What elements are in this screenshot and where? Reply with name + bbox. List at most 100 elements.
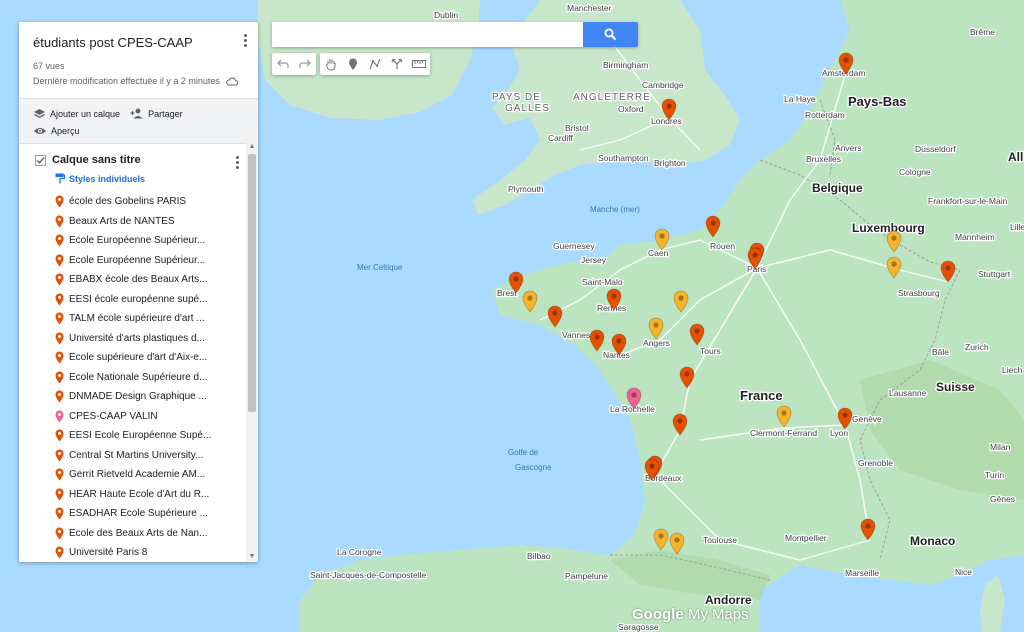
layer-item[interactable]: École Européenne Supérieur... xyxy=(55,231,258,251)
add-layer-label: Ajouter un calque xyxy=(50,108,121,119)
styles-link[interactable]: Styles individuels xyxy=(55,173,258,184)
layer-name[interactable]: Calque sans titre xyxy=(52,154,141,166)
checkmark-icon xyxy=(35,154,46,166)
layer-item[interactable]: Université d'arts plastiques d... xyxy=(55,329,258,349)
layer-item[interactable]: TALM école supérieure d'art ... xyxy=(55,309,258,329)
country-label: Luxembourg xyxy=(852,221,925,235)
city-label: Düsseldorf xyxy=(915,144,956,154)
layer-item-label: DNMADE Design Graphique ... xyxy=(69,391,207,403)
last-modified-text: Dernière modification effectuée il y a 2… xyxy=(33,76,220,86)
city-label: Cologne xyxy=(899,167,931,177)
map-options-icon[interactable] xyxy=(244,34,248,47)
city-label: Zurich xyxy=(965,342,989,352)
history-tools xyxy=(272,53,316,75)
layer-item[interactable]: École supérieure d'art d'Aix-e... xyxy=(55,348,258,368)
layer-item[interactable]: ESADHAR Ecole Supérieure ... xyxy=(55,504,258,524)
city-label: Brême xyxy=(970,27,995,37)
country-label: Suisse xyxy=(936,380,975,394)
undo-button[interactable] xyxy=(272,53,294,75)
city-label: Pampelune xyxy=(565,571,608,581)
layer-section: Calque sans titre Styles individuels éco… xyxy=(19,144,258,560)
layer-item[interactable]: EBABX école des Beaux Arts... xyxy=(55,270,258,290)
directions-tool[interactable] xyxy=(386,53,408,75)
layer-item-label: EBABX école des Beaux Arts... xyxy=(69,274,208,286)
map-pin-icon xyxy=(55,371,64,384)
city-label: Gênes xyxy=(990,494,1015,504)
layer-item[interactable]: école des Gobelins PARIS xyxy=(55,192,258,212)
city-label: Anvers xyxy=(835,143,861,153)
search-input[interactable] xyxy=(272,22,583,47)
map-title[interactable]: étudiants post CPES-CAAP xyxy=(33,35,244,50)
layer-item-label: école des Gobelins PARIS xyxy=(69,196,187,208)
layer-item[interactable]: EESI École Européenne Supé... xyxy=(55,426,258,446)
layer-item[interactable]: Ecole des Beaux Arts de Nan... xyxy=(55,524,258,544)
pan-tool[interactable] xyxy=(320,53,342,75)
layer-item[interactable]: HEAR Haute École d'Art du R... xyxy=(55,485,258,505)
view-count: 67 vues xyxy=(33,61,65,71)
city-label: Dublin xyxy=(434,10,458,20)
city-label: Angers xyxy=(643,338,670,348)
layer-item-label: EESI école européenne supé... xyxy=(69,293,208,305)
share-button[interactable]: Partager xyxy=(130,108,183,119)
layer-item[interactable]: Central St Martins University... xyxy=(55,446,258,466)
layer-item[interactable]: DNMADE Design Graphique ... xyxy=(55,387,258,407)
region-label: ANGLETERRE xyxy=(573,92,651,103)
person-add-icon xyxy=(130,108,143,119)
preview-button[interactable]: Aperçu xyxy=(33,126,80,136)
search-button[interactable] xyxy=(583,22,638,47)
map-pin-icon xyxy=(55,195,64,208)
draw-line-tool[interactable] xyxy=(364,53,386,75)
layer-item[interactable]: École Nationale Supérieure d... xyxy=(55,368,258,388)
scroll-thumb[interactable] xyxy=(248,154,256,412)
layer-item[interactable]: Gerrit Rietveld Academie AM... xyxy=(55,465,258,485)
share-label: Partager xyxy=(148,108,183,119)
layer-item-label: École Européenne Supérieur... xyxy=(69,235,206,247)
layer-item[interactable]: CPES-CAAP VALIN xyxy=(55,407,258,427)
last-modified: Dernière modification effectuée il y a 2… xyxy=(33,76,244,86)
scroll-down-icon[interactable]: ▼ xyxy=(248,553,256,561)
map-pin-icon xyxy=(55,546,64,559)
map-pin-icon xyxy=(55,234,64,247)
layer-items: école des Gobelins PARIS Beaux Arts de NA… xyxy=(55,192,258,562)
layer-checkbox[interactable] xyxy=(35,154,46,166)
city-label: Lyon xyxy=(830,428,848,438)
hand-icon xyxy=(326,58,336,71)
layer-item[interactable]: Beaux Arts de NANTES xyxy=(55,212,258,232)
sea-label: Mer Celtique xyxy=(357,263,403,272)
sea-label: Golfe de xyxy=(508,448,539,457)
city-label: Toulouse xyxy=(703,535,737,545)
scroll-up-icon[interactable]: ▲ xyxy=(248,143,256,151)
map-pin-icon xyxy=(55,293,64,306)
layer-item[interactable]: École Européenne Supérieur... xyxy=(55,251,258,271)
panel-scrollbar[interactable]: ▲ ▼ xyxy=(246,142,258,562)
city-label: Bâle xyxy=(932,347,949,357)
country-label: Pays-Bas xyxy=(848,94,907,109)
map-pin-icon xyxy=(55,332,64,345)
layer-item-label: TALM école supérieure d'art ... xyxy=(69,313,205,325)
measure-tool[interactable] xyxy=(408,53,430,75)
paint-roller-icon xyxy=(55,173,65,184)
city-label: Turin xyxy=(985,470,1004,480)
map-pin-icon xyxy=(55,312,64,325)
city-label: Liech xyxy=(1002,365,1023,375)
map-pin-icon xyxy=(55,488,64,501)
layer-item-label: ESADHAR Ecole Supérieure ... xyxy=(69,508,208,520)
layer-item-label: EESI École Européenne Supé... xyxy=(69,430,212,442)
add-marker-tool[interactable] xyxy=(342,53,364,75)
sea-label: Gascogne xyxy=(515,463,552,472)
city-label: Saint-Malo xyxy=(582,277,623,287)
layer-item-label: Beaux Arts de NANTES xyxy=(69,215,175,227)
redo-button[interactable] xyxy=(294,53,316,75)
layer-options-icon[interactable] xyxy=(236,156,240,169)
city-label: Lille xyxy=(1010,222,1024,232)
map-pin-icon xyxy=(55,351,64,364)
preview-label: Aperçu xyxy=(51,125,80,136)
layer-item[interactable]: EESI école européenne supé... xyxy=(55,290,258,310)
city-label: Plymouth xyxy=(508,184,544,194)
city-label: Brighton xyxy=(654,158,686,168)
city-label: Strasbourg xyxy=(898,288,940,298)
add-layer-button[interactable]: Ajouter un calque xyxy=(33,108,120,120)
city-label: Mannheim xyxy=(955,232,995,242)
layer-item[interactable]: Université Paris 8 xyxy=(55,543,258,562)
layer-item-label: École supérieure d'art d'Aix-e... xyxy=(69,352,208,364)
